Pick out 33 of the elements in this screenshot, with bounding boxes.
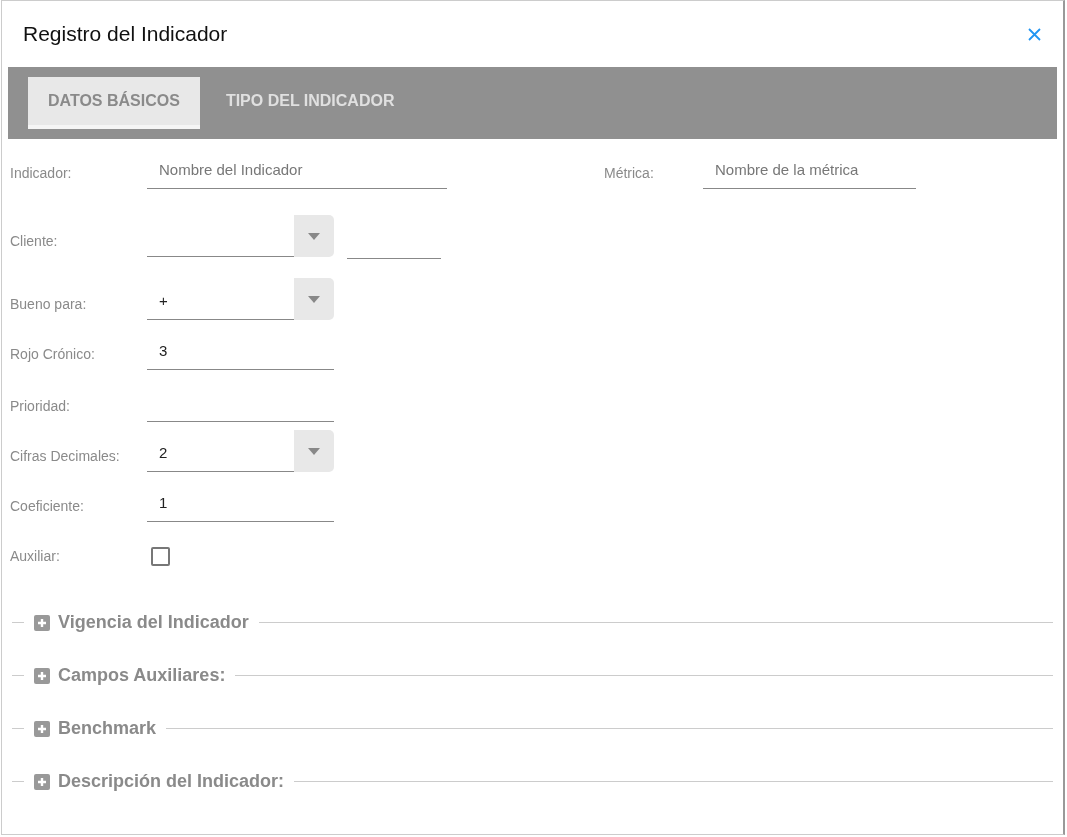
field-label: Auxiliar: bbox=[10, 548, 61, 566]
plus-icon bbox=[34, 773, 50, 790]
tab[interactable]: TIPO DEL INDICADOR bbox=[205, 77, 415, 129]
plus-icon bbox=[34, 667, 50, 684]
dropdown-button[interactable] bbox=[294, 278, 334, 320]
field-label: Cifras Decimales: bbox=[10, 448, 121, 466]
plus-icon bbox=[34, 614, 50, 631]
dropdown-button[interactable] bbox=[294, 215, 334, 257]
caret-icon bbox=[308, 295, 320, 303]
field-label: Cliente: bbox=[10, 233, 59, 251]
section-toggle[interactable]: Descripción del Indicador: bbox=[34, 771, 285, 792]
input-field[interactable]: Nombre del Indicador bbox=[147, 161, 447, 189]
input-field[interactable]: Nombre de la métrica bbox=[703, 161, 916, 189]
plus-icon bbox=[34, 720, 50, 737]
field-label: Métrica: bbox=[604, 165, 655, 183]
section-toggle[interactable]: Benchmark bbox=[34, 718, 157, 739]
caret-icon bbox=[308, 232, 320, 240]
close-icon bbox=[1028, 27, 1041, 41]
input-field[interactable]: 3 bbox=[147, 342, 334, 370]
field-label: Bueno para: bbox=[10, 296, 88, 314]
checkbox[interactable] bbox=[151, 547, 170, 566]
tab[interactable]: DATOS BÁSICOS bbox=[28, 77, 200, 129]
dropdown-button[interactable] bbox=[294, 430, 334, 472]
dialog-title: Registro del Indicador bbox=[23, 22, 228, 46]
close-button[interactable] bbox=[1028, 27, 1041, 41]
section-toggle[interactable]: Campos Auxiliares: bbox=[34, 665, 226, 686]
caret-icon bbox=[308, 447, 320, 455]
input-field[interactable]: 1 bbox=[147, 494, 334, 522]
field-label: Prioridad: bbox=[10, 398, 71, 416]
field-label: Rojo Crónico: bbox=[10, 346, 96, 364]
field-label: Coeficiente: bbox=[10, 498, 85, 516]
section-toggle[interactable]: Vigencia del Indicador bbox=[34, 612, 249, 633]
field-label: Indicador: bbox=[10, 165, 73, 183]
